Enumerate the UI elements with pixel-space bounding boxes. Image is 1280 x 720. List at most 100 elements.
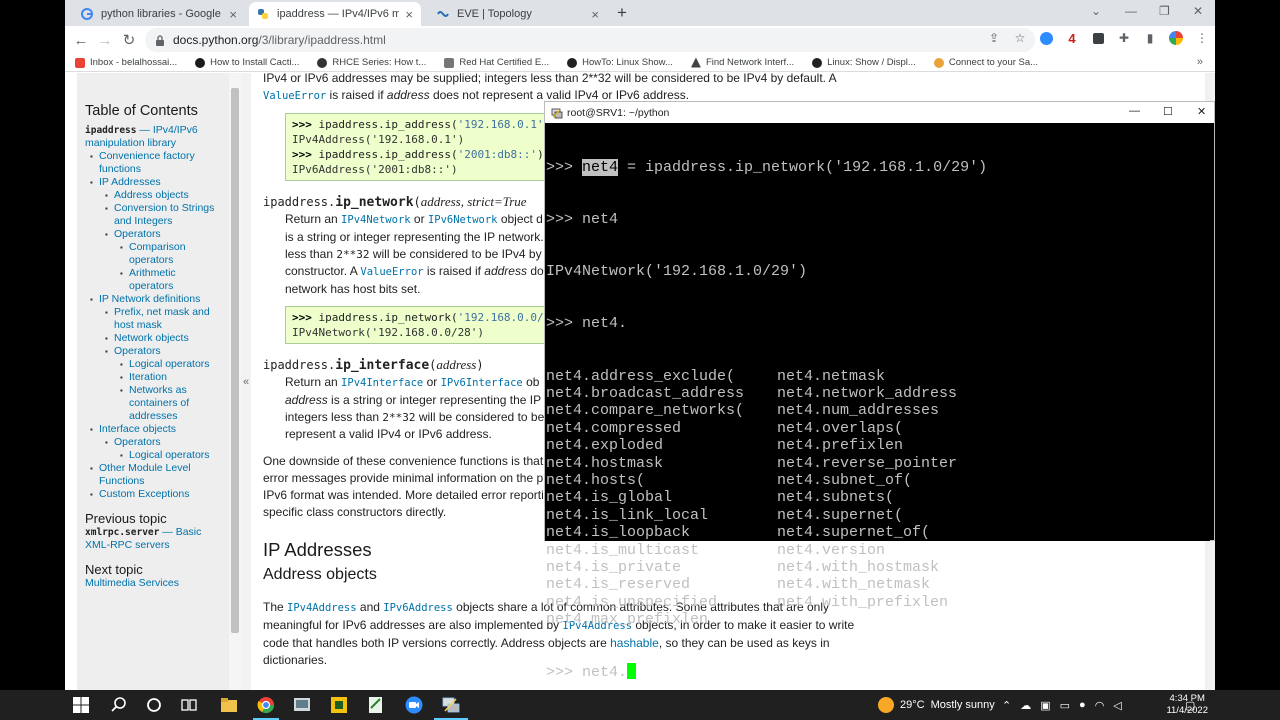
search-icon[interactable] xyxy=(110,696,128,714)
toc-item[interactable]: IP Network definitions xyxy=(85,293,221,306)
chevron-up-icon[interactable]: ⌃ xyxy=(1002,699,1011,712)
restore-icon[interactable]: ❐ xyxy=(1159,4,1170,18)
windows-start-icon[interactable] xyxy=(72,696,90,714)
completion-row: net4.is_unspecified net4.with_prefixlen xyxy=(546,594,1210,611)
maximize-icon[interactable]: ☐ xyxy=(1163,105,1173,118)
file-explorer-icon[interactable] xyxy=(220,696,238,714)
completion-row: net4.broadcast_address net4.network_addre… xyxy=(546,385,1210,402)
weather-widget[interactable]: 29°C Mostly sunny xyxy=(878,690,995,720)
app-icon[interactable] xyxy=(330,696,348,714)
chevron-down-icon[interactable]: ⌄ xyxy=(1091,4,1101,18)
toc-item[interactable]: ipaddress — IPv4/IPv6 manipulation libra… xyxy=(85,124,221,150)
minimize-icon[interactable]: — xyxy=(1125,4,1137,18)
minimize-icon[interactable]: — xyxy=(1129,105,1140,117)
close-icon[interactable]: × xyxy=(591,7,599,22)
battery-icon[interactable]: ▭ xyxy=(1060,699,1070,712)
class-link[interactable]: IPv4Interface xyxy=(341,377,423,389)
task-view-icon[interactable] xyxy=(180,696,198,714)
back-icon[interactable]: ← xyxy=(69,32,93,49)
terminal-window[interactable]: root@SRV1: ~/python — ☐ ✕ >>> net4 = ipa… xyxy=(544,101,1215,681)
completion-item: net4.with_hostmask xyxy=(777,558,940,576)
tab-eve-topology[interactable]: EVE | Topology × xyxy=(429,2,607,26)
extension-icon[interactable] xyxy=(1091,31,1105,45)
reload-icon[interactable]: ↻ xyxy=(117,31,141,49)
toc-item[interactable]: Networks as containers of addresses xyxy=(85,384,221,423)
app-icon[interactable] xyxy=(293,696,311,714)
app-tray-icon[interactable]: ▣ xyxy=(1040,699,1050,712)
toc-item[interactable]: Comparison operators xyxy=(85,241,221,267)
class-link[interactable]: IPv6Network xyxy=(428,214,498,226)
toc-item[interactable]: Iteration xyxy=(85,371,221,384)
ipv4address-link[interactable]: IPv4Address xyxy=(287,602,357,614)
text: is raised if xyxy=(423,264,485,278)
ipv6address-link[interactable]: IPv6Address xyxy=(383,602,453,614)
extensions-puzzle-icon[interactable]: ✚ xyxy=(1117,31,1131,45)
close-icon[interactable]: ✕ xyxy=(1197,105,1206,118)
completion-row: net4.is_private net4.with_hostmask xyxy=(546,559,1210,576)
toc-item[interactable]: Custom Exceptions xyxy=(85,488,221,501)
collapse-sidebar-button[interactable]: « xyxy=(241,73,251,690)
eve-icon xyxy=(437,11,449,17)
cloud-icon[interactable]: ☁ xyxy=(1020,699,1031,712)
bookmark-item[interactable]: Red Hat Certified E... xyxy=(444,57,549,68)
valueerror-link[interactable]: ValueError xyxy=(263,90,326,102)
wifi-icon[interactable]: ◠ xyxy=(1095,699,1105,712)
bookmark-item[interactable]: RHCE Series: How t... xyxy=(317,57,426,68)
toc-item[interactable]: Prefix, net mask and host mask xyxy=(85,306,221,332)
scrollbar-thumb[interactable] xyxy=(231,88,239,633)
toc-item[interactable]: Operators xyxy=(85,436,221,449)
close-icon[interactable]: × xyxy=(405,7,413,22)
terminal-output[interactable]: >>> net4 = ipaddress.ip_network('192.168… xyxy=(545,123,1210,681)
sidebar-scrollbar[interactable] xyxy=(229,73,241,690)
class-link[interactable]: IPv4Network xyxy=(341,214,411,226)
microphone-icon[interactable]: ● xyxy=(1079,699,1086,711)
tab-ipaddress[interactable]: ipaddress — IPv4/IPv6 manipulati × xyxy=(249,2,421,26)
toc-item[interactable]: Logical operators xyxy=(85,358,221,371)
zoom-icon[interactable] xyxy=(405,696,423,714)
notepad-icon[interactable] xyxy=(367,696,385,714)
bookmark-item[interactable]: Inbox - belalhossai... xyxy=(75,57,177,68)
class-link[interactable]: IPv6Interface xyxy=(441,377,523,389)
chevron-right-icon[interactable]: » xyxy=(1197,56,1203,68)
toc-item[interactable]: Address objects xyxy=(85,189,221,202)
toc-item[interactable]: Interface objects xyxy=(85,423,221,436)
bookmark-item[interactable]: Connect to your Sa... xyxy=(933,57,1038,68)
toc-item[interactable]: Operators xyxy=(85,345,221,358)
text: less than xyxy=(285,247,337,261)
class-link[interactable]: ValueError xyxy=(360,266,423,278)
extension-badge-count[interactable]: 4 xyxy=(1065,31,1079,46)
bookmark-item[interactable]: How to Install Cacti... xyxy=(195,57,299,68)
toc-item[interactable]: Arithmetic operators xyxy=(85,267,221,293)
tab-google-search[interactable]: python libraries - Google Search × xyxy=(73,2,245,26)
toc-item[interactable]: IP Addresses xyxy=(85,176,221,189)
toc-item[interactable]: Logical operators xyxy=(85,449,221,462)
cortana-icon[interactable] xyxy=(145,696,163,714)
close-icon[interactable]: × xyxy=(229,7,237,22)
forward-icon[interactable]: → xyxy=(93,32,117,49)
address-bar[interactable]: docs.python.org/3/library/ipaddress.html xyxy=(145,28,1035,52)
share-icon[interactable]: ⇪ xyxy=(987,31,1001,45)
bookmark-star-icon[interactable]: ☆ xyxy=(1013,31,1027,45)
volume-icon[interactable]: ◁ xyxy=(1113,699,1121,712)
previous-topic-link[interactable]: xmlrpc.server — Basic XML-RPC servers xyxy=(85,526,221,552)
bookmark-item[interactable]: Find Network Interf... xyxy=(690,57,794,68)
completion-item: net4.broadcast_address xyxy=(546,385,745,403)
chrome-icon[interactable] xyxy=(257,696,275,714)
toc-item[interactable]: Other Module Level Functions xyxy=(85,462,221,488)
bookmark-item[interactable]: HowTo: Linux Show... xyxy=(567,57,673,68)
toc-item[interactable]: Conversion to Strings and Integers xyxy=(85,202,221,228)
zoom-extension-icon[interactable] xyxy=(1039,31,1053,45)
toc-item[interactable]: Convenience factory functions xyxy=(85,150,221,176)
toc-item[interactable]: Operators xyxy=(85,228,221,241)
putty-icon[interactable] xyxy=(442,696,460,714)
notification-icon[interactable]: ▢ xyxy=(1185,690,1195,720)
terminal-titlebar[interactable]: root@SRV1: ~/python — ☐ ✕ xyxy=(545,102,1214,123)
next-topic-link[interactable]: Multimedia Services xyxy=(85,577,221,590)
bookmark-item[interactable]: Linux: Show / Displ... xyxy=(812,57,916,68)
side-panel-icon[interactable]: ▮ xyxy=(1143,31,1157,45)
profile-avatar[interactable] xyxy=(1169,31,1183,45)
toc-item[interactable]: Network objects xyxy=(85,332,221,345)
menu-kebab-icon[interactable]: ⋮ xyxy=(1195,31,1209,45)
new-tab-button[interactable]: + xyxy=(617,3,627,23)
close-window-icon[interactable]: ✕ xyxy=(1193,4,1203,18)
